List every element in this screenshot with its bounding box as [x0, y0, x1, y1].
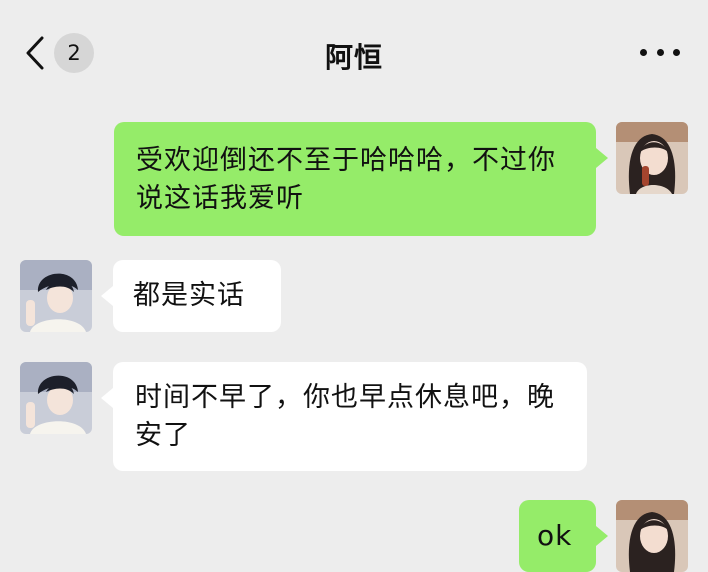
message-bubble-contact[interactable]: 都是实话 — [113, 260, 281, 332]
bubble-tail — [596, 526, 608, 546]
contact-avatar[interactable] — [20, 362, 92, 434]
self-avatar-image — [616, 500, 688, 572]
self-avatar[interactable] — [616, 500, 688, 572]
bubble-tail — [101, 286, 113, 306]
message-bubble-self[interactable]: ok — [519, 500, 596, 572]
more-dots-icon[interactable] — [640, 44, 680, 60]
contact-avatar-image — [20, 362, 92, 434]
chat-header: 2 阿恒 — [0, 0, 708, 104]
chat-title: 阿恒 — [324, 41, 383, 74]
self-avatar-image — [616, 122, 688, 194]
contact-avatar[interactable] — [20, 260, 92, 332]
self-avatar[interactable] — [616, 122, 688, 194]
message-bubble-contact[interactable]: 时间不早了，你也早点休息吧，晚安了 — [113, 362, 587, 471]
message-bubble-self[interactable]: 受欢迎倒还不至于哈哈哈，不过你说这话我爱听 — [114, 122, 596, 236]
bubble-tail — [596, 148, 608, 168]
bubble-tail — [101, 388, 113, 408]
contact-avatar-image — [20, 260, 92, 332]
